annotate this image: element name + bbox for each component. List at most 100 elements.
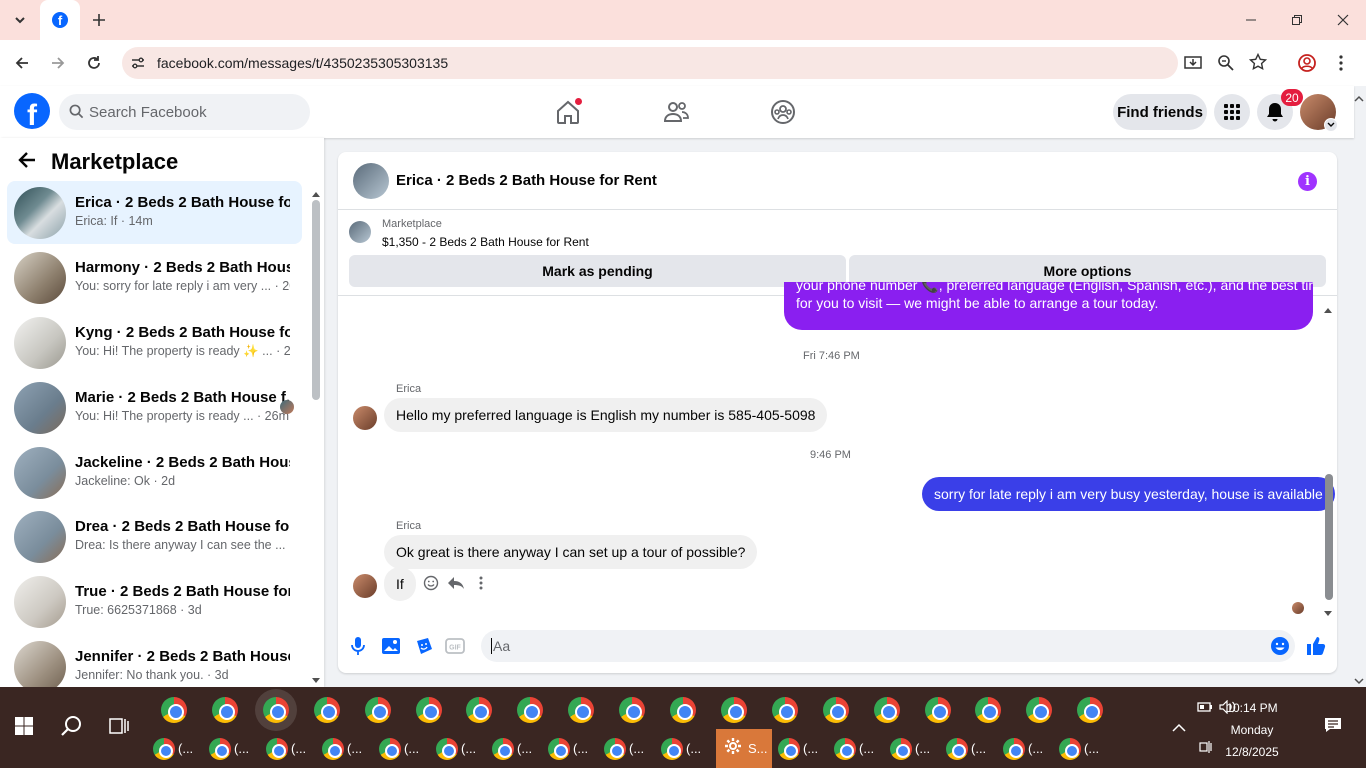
info-icon[interactable]: i: [1298, 172, 1317, 191]
taskbar-clock[interactable]: 10:14 PM Monday 12/8/2025: [1222, 697, 1282, 763]
site-info-icon[interactable]: [130, 55, 146, 76]
conversation-item-marie[interactable]: Marie · 2 Beds 2 Bath House f... You: Hi…: [7, 376, 302, 439]
profile-icon[interactable]: [1291, 47, 1323, 79]
taskbar-chrome-window-small-icon[interactable]: [436, 738, 458, 760]
taskbar-chrome-window-small-icon[interactable]: [834, 738, 856, 760]
taskbar-chrome-window-icon[interactable]: [873, 697, 900, 723]
taskbar-chrome-window-icon[interactable]: [568, 697, 595, 723]
back-arrow-icon[interactable]: [17, 150, 37, 176]
home-nav-icon[interactable]: [554, 98, 582, 126]
notification-center-icon[interactable]: [1324, 717, 1342, 738]
message-bubble-incoming[interactable]: Ok great is there anyway I can set up a …: [384, 535, 758, 569]
conversation-item-jennifer[interactable]: Jennifer · 2 Beds 2 Bath House f... Jenn…: [7, 635, 302, 687]
taskbar-chrome-window-small-icon[interactable]: [266, 738, 288, 760]
message-bubble-outgoing[interactable]: sorry for late reply i am very busy yest…: [922, 477, 1335, 511]
message-composer-input[interactable]: Aa: [481, 630, 1295, 662]
list-scroll-up-arrow-icon[interactable]: [311, 185, 321, 203]
taskbar-settings-item[interactable]: S...: [716, 729, 772, 768]
taskbar-chrome-window-small-icon[interactable]: [548, 738, 570, 760]
conversation-item-harmony[interactable]: Harmony · 2 Beds 2 Bath House ... You: s…: [7, 246, 302, 309]
minimize-window-icon[interactable]: [1228, 0, 1274, 40]
chat-listing-avatar[interactable]: [353, 163, 389, 199]
taskbar-chrome-window-small-icon[interactable]: [890, 738, 912, 760]
taskbar-chrome-window-icon[interactable]: [161, 697, 187, 723]
taskbar-chrome-window-small-icon[interactable]: [1059, 738, 1081, 760]
find-friends-button[interactable]: Find friends: [1113, 94, 1207, 130]
emoji-picker-icon[interactable]: [1270, 636, 1290, 656]
message-bubble-outgoing[interactable]: your phone number 📞, preferred language …: [784, 282, 1313, 330]
taskbar-chrome-window-small-icon[interactable]: [492, 738, 514, 760]
chat-scroll-up-arrow-icon[interactable]: [1323, 301, 1333, 319]
new-tab-plus-icon[interactable]: [78, 0, 120, 40]
mark-as-pending-button[interactable]: Mark as pending: [349, 255, 846, 287]
microphone-icon[interactable]: [348, 636, 368, 656]
taskbar-chrome-window-small-icon[interactable]: [153, 738, 175, 760]
chat-title[interactable]: Erica · 2 Beds 2 Bath House for Rent: [396, 172, 657, 189]
tab-search-chevron-icon[interactable]: [0, 0, 40, 40]
react-emoji-icon[interactable]: [423, 575, 439, 596]
taskbar-chrome-window-icon[interactable]: [924, 697, 951, 723]
listing-thumbnail[interactable]: [349, 221, 371, 243]
taskbar-chrome-window-icon[interactable]: [771, 697, 798, 723]
sender-avatar[interactable]: [353, 406, 377, 430]
taskbar-chrome-window-small-icon[interactable]: [604, 738, 626, 760]
browser-tab-facebook[interactable]: f: [40, 0, 80, 40]
forward-arrow-icon[interactable]: [42, 47, 74, 79]
taskbar-chrome-window-icon[interactable]: [619, 697, 646, 723]
reply-arrow-icon[interactable]: [447, 575, 465, 596]
attach-photo-icon[interactable]: [381, 636, 401, 656]
address-bar[interactable]: facebook.com/messages/t/4350235305303135: [122, 47, 1268, 79]
task-view-icon[interactable]: [109, 716, 129, 741]
conversation-list-scrollbar[interactable]: [312, 200, 320, 400]
more-actions-icon[interactable]: [479, 576, 483, 595]
taskbar-chrome-window-small-icon[interactable]: [946, 738, 968, 760]
menu-grid-icon[interactable]: [1214, 94, 1250, 130]
conversation-item-kyng[interactable]: Kyng · 2 Beds 2 Bath House for ... You: …: [7, 311, 302, 374]
restore-window-icon[interactable]: [1274, 0, 1320, 40]
taskbar-chrome-window-small-icon[interactable]: [209, 738, 231, 760]
taskbar-chrome-window-icon[interactable]: [720, 697, 747, 723]
conversation-item-drea[interactable]: Drea · 2 Beds 2 Bath House for ... Drea:…: [7, 505, 302, 568]
taskbar-chrome-window-icon[interactable]: [313, 697, 340, 723]
taskbar-chrome-window-small-icon[interactable]: [379, 738, 401, 760]
taskbar-chrome-window-icon[interactable]: [415, 697, 442, 723]
taskbar-chrome-window-small-icon[interactable]: [661, 738, 683, 760]
conversation-item-erica[interactable]: Erica · 2 Beds 2 Bath House for ... Eric…: [7, 181, 302, 244]
gif-icon[interactable]: GIF: [445, 636, 465, 656]
taskbar-chrome-window-small-icon[interactable]: [1003, 738, 1025, 760]
like-thumbs-up-icon[interactable]: [1306, 636, 1326, 656]
friends-nav-icon[interactable]: [662, 98, 690, 126]
conversation-item-jackeline[interactable]: Jackeline · 2 Beds 2 Bath House ... Jack…: [7, 441, 302, 504]
message-bubble-incoming[interactable]: If: [384, 567, 416, 601]
reload-icon[interactable]: [78, 47, 110, 79]
browser-menu-icon[interactable]: [1325, 47, 1357, 79]
listing-title[interactable]: $1,350 - 2 Beds 2 Bath House for Rent: [382, 235, 589, 249]
taskbar-search-icon[interactable]: [60, 714, 84, 743]
taskbar-chrome-window-small-icon[interactable]: [778, 738, 800, 760]
taskbar-chrome-window-icon[interactable]: [670, 697, 696, 723]
pen-tablet-icon[interactable]: [1198, 740, 1212, 759]
install-app-icon[interactable]: [1184, 54, 1202, 77]
facebook-logo-icon[interactable]: f: [14, 93, 50, 129]
account-chevron-down-icon[interactable]: [1324, 118, 1338, 132]
taskbar-chrome-window-icon[interactable]: [211, 697, 238, 723]
taskbar-chrome-window-small-icon[interactable]: [322, 738, 344, 760]
taskbar-chrome-window-icon[interactable]: [364, 697, 391, 723]
message-bubble-incoming[interactable]: Hello my preferred language is English m…: [384, 398, 828, 432]
groups-nav-icon[interactable]: [769, 98, 797, 126]
search-facebook-input[interactable]: Search Facebook: [59, 94, 310, 130]
sticker-icon[interactable]: [414, 636, 434, 656]
taskbar-chrome-window-icon[interactable]: [262, 697, 289, 723]
battery-icon[interactable]: [1197, 700, 1213, 719]
bookmark-star-icon[interactable]: [1248, 52, 1268, 76]
conversation-item-true[interactable]: True · 2 Beds 2 Bath House for R... True…: [7, 570, 302, 633]
tray-chevron-up-icon[interactable]: [1172, 720, 1186, 738]
back-arrow-icon[interactable]: [6, 47, 38, 79]
page-scroll-up-arrow-icon[interactable]: [1354, 90, 1366, 102]
chat-scroll-down-arrow-icon[interactable]: [1323, 605, 1333, 623]
page-scroll-down-arrow-icon[interactable]: [1354, 672, 1366, 685]
taskbar-chrome-window-icon[interactable]: [1077, 697, 1104, 723]
chat-scrollbar[interactable]: [1325, 474, 1333, 600]
close-window-icon[interactable]: [1320, 0, 1366, 40]
zoom-icon[interactable]: [1217, 54, 1235, 77]
